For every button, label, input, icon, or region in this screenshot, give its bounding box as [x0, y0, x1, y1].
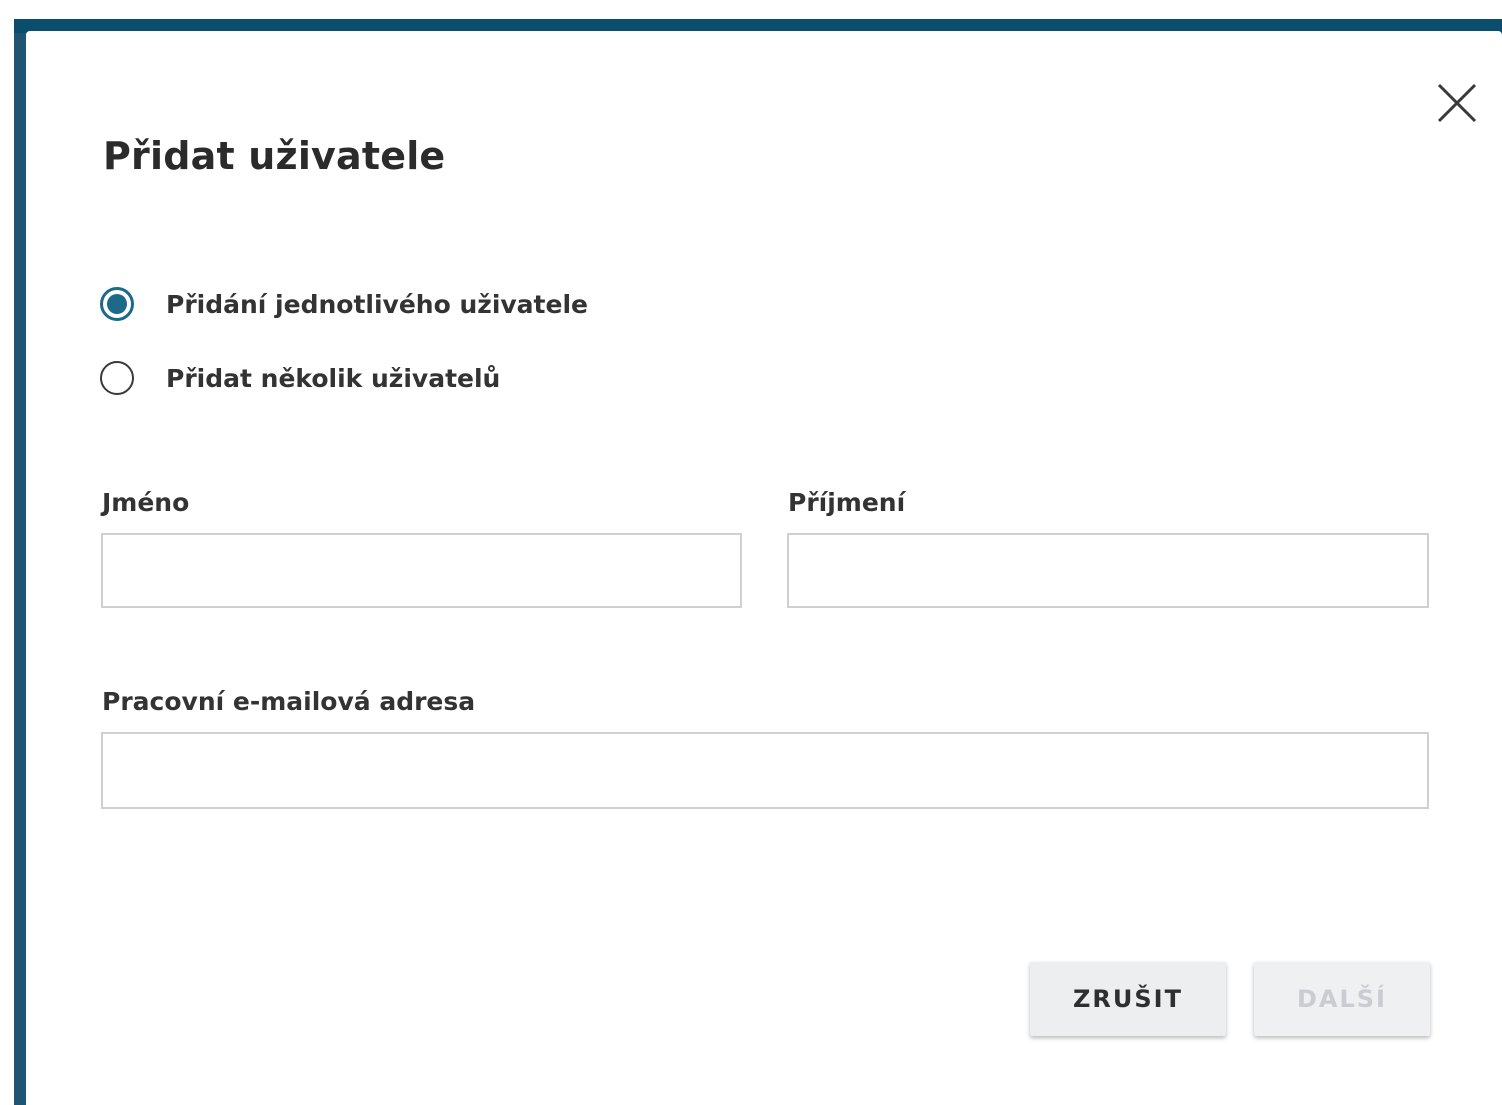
- email-label: Pracovní e-mailová adresa: [102, 687, 476, 716]
- radio-dot: [107, 294, 127, 314]
- last-name-label: Příjmení: [788, 488, 906, 517]
- first-name-input[interactable]: [101, 533, 742, 608]
- radio-option-single-user[interactable]: Přidání jednotlivého uživatele: [100, 287, 588, 321]
- last-name-input[interactable]: [787, 533, 1429, 608]
- radio-label-multiple-users[interactable]: Přidat několik uživatelů: [166, 364, 500, 393]
- radio-button-selected[interactable]: [100, 287, 134, 321]
- radio-option-multiple-users[interactable]: Přidat několik uživatelů: [100, 361, 500, 395]
- close-button[interactable]: [1434, 80, 1480, 126]
- dialog-title: Přidat uživatele: [103, 134, 446, 178]
- first-name-label: Jméno: [102, 488, 190, 517]
- radio-label-single-user[interactable]: Přidání jednotlivého uživatele: [166, 290, 588, 319]
- email-input[interactable]: [101, 732, 1429, 809]
- radio-button-unselected[interactable]: [100, 361, 134, 395]
- cancel-button[interactable]: ZRUŠIT: [1030, 962, 1226, 1036]
- close-icon: [1437, 83, 1477, 123]
- next-button[interactable]: DALŠÍ: [1254, 962, 1430, 1036]
